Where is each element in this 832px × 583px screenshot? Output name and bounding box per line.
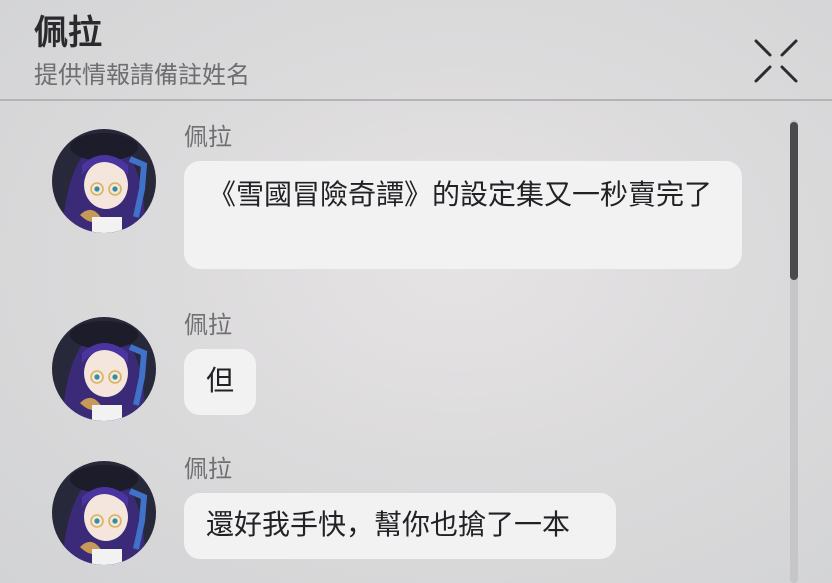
message-item: 佩拉 但 [52, 309, 792, 429]
scrollbar-thumb[interactable] [790, 122, 798, 280]
message-bubble: 但 [184, 349, 256, 415]
message-bubble: 還好我手快，幫你也搶了一本 [184, 493, 616, 559]
close-button[interactable] [750, 35, 802, 87]
message-bubble: 《雪國冒險奇譚》的設定集又一秒賣完了 [184, 161, 742, 269]
avatar[interactable] [52, 317, 156, 421]
avatar-image [52, 461, 156, 565]
contact-name: 佩拉 [34, 13, 102, 53]
message-item: 佩拉 《雪國冒險奇譚》的設定集又一秒賣完了 [52, 121, 792, 281]
avatar[interactable] [52, 461, 156, 565]
close-icon [754, 39, 798, 83]
sender-name: 佩拉 [184, 123, 232, 151]
sender-name: 佩拉 [184, 455, 232, 483]
avatar-image [52, 317, 156, 421]
chat-log[interactable]: 佩拉 《雪國冒險奇譚》的設定集又一秒賣完了 佩拉 但 佩拉 還好我手快，幫你也搶… [0, 101, 832, 583]
dialog-header: 佩拉 提供情報請備註姓名 [0, 0, 832, 100]
avatar-image [52, 129, 156, 233]
avatar[interactable] [52, 129, 156, 233]
sender-name: 佩拉 [184, 311, 232, 339]
message-item: 佩拉 還好我手快，幫你也搶了一本 [52, 453, 792, 583]
contact-status: 提供情報請備註姓名 [34, 61, 250, 89]
